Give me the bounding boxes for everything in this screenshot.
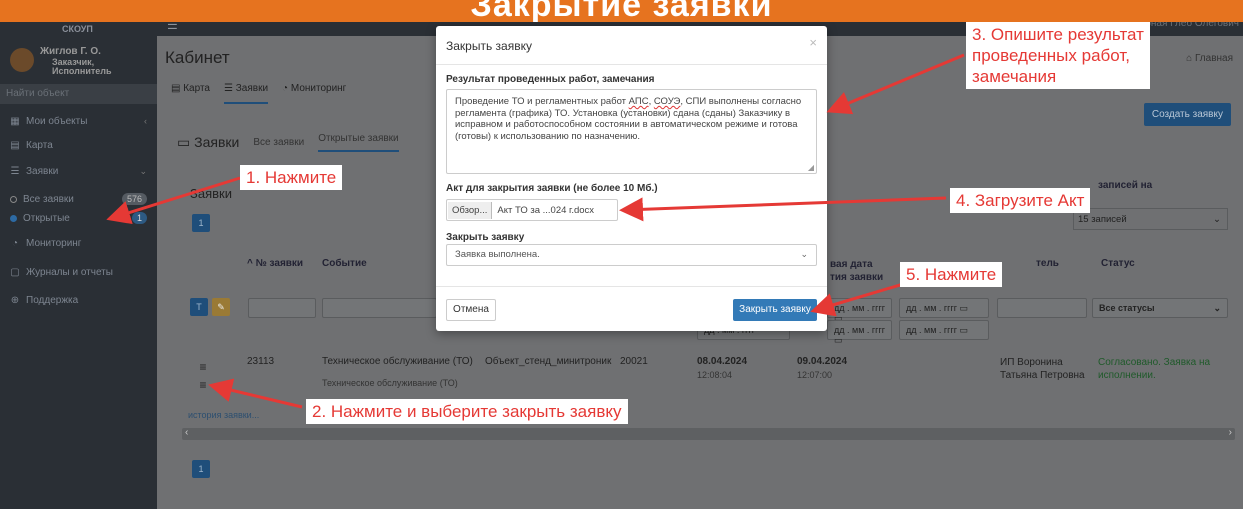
callout-step-1: 1. Нажмите: [240, 165, 343, 190]
banner-title: Закрытие заявки: [470, 0, 773, 22]
callout-step-2: 2. Нажмите и выберите закрыть заявку: [306, 399, 628, 424]
instruction-banner: Закрытие заявки: [0, 0, 1243, 22]
arrow-3: [826, 53, 965, 115]
arrow-4: [619, 196, 947, 222]
callout-step-3: 3. Опишите результат проведенных работ, за…: [966, 22, 1150, 89]
arrow-5: [810, 280, 911, 317]
arrow-1: [106, 176, 241, 225]
callout-step-5: 5. Нажмите: [900, 262, 1003, 287]
arrow-2: [208, 378, 303, 409]
callout-step-4: 4. Загрузите Акт: [950, 188, 1091, 213]
